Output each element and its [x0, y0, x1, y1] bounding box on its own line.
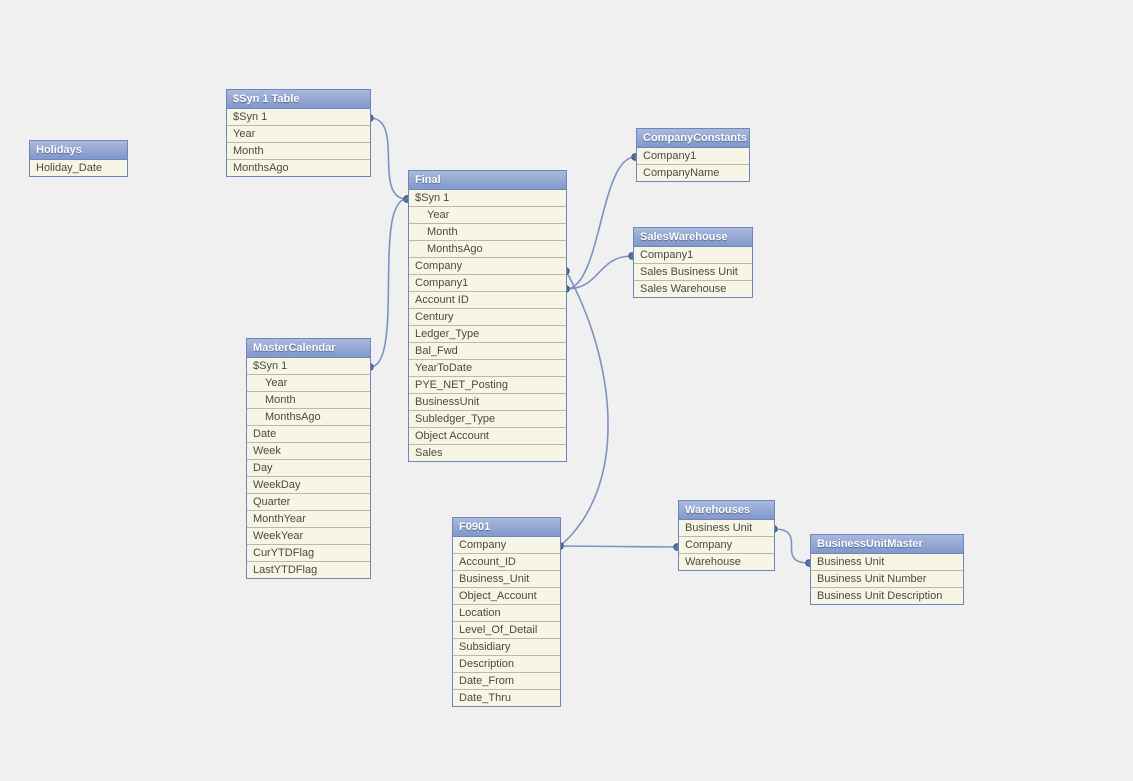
table-field[interactable]: MonthsAgo: [409, 241, 566, 258]
table-field[interactable]: Account ID: [409, 292, 566, 309]
table-holidays[interactable]: HolidaysHoliday_Date: [29, 140, 128, 177]
table-field[interactable]: Week: [247, 443, 370, 460]
table-saleswarehouse[interactable]: SalesWarehouseCompany1Sales Business Uni…: [633, 227, 753, 298]
table-field[interactable]: Bal_Fwd: [409, 343, 566, 360]
table-final[interactable]: Final$Syn 1YearMonthMonthsAgoCompanyComp…: [408, 170, 567, 462]
table-field[interactable]: Month: [409, 224, 566, 241]
table-field[interactable]: Month: [227, 143, 370, 160]
table-field[interactable]: MonthYear: [247, 511, 370, 528]
table-field[interactable]: Subledger_Type: [409, 411, 566, 428]
table-field[interactable]: Company: [453, 537, 560, 554]
table-title[interactable]: CompanyConstants: [637, 129, 749, 148]
table-title[interactable]: Warehouses: [679, 501, 774, 520]
table-field[interactable]: Object_Account: [453, 588, 560, 605]
table-f0901[interactable]: F0901CompanyAccount_IDBusiness_UnitObjec…: [452, 517, 561, 707]
table-field[interactable]: YearToDate: [409, 360, 566, 377]
connector-line: [560, 546, 677, 547]
table-warehouses[interactable]: WarehousesBusiness UnitCompanyWarehouse: [678, 500, 775, 571]
table-field[interactable]: BusinessUnit: [409, 394, 566, 411]
table-field[interactable]: Date_From: [453, 673, 560, 690]
table-companyconstants[interactable]: CompanyConstantsCompany1CompanyName: [636, 128, 750, 182]
table-field[interactable]: Year: [247, 375, 370, 392]
table-mastercalendar[interactable]: MasterCalendar$Syn 1YearMonthMonthsAgoDa…: [246, 338, 371, 579]
table-field[interactable]: Object Account: [409, 428, 566, 445]
table-title[interactable]: BusinessUnitMaster: [811, 535, 963, 554]
table-field[interactable]: Account_ID: [453, 554, 560, 571]
table-field[interactable]: Quarter: [247, 494, 370, 511]
connector-line: [560, 271, 608, 546]
table-field[interactable]: Date: [247, 426, 370, 443]
table-field[interactable]: Sales Business Unit: [634, 264, 752, 281]
table-field[interactable]: Business Unit: [679, 520, 774, 537]
table-field[interactable]: $Syn 1: [247, 358, 370, 375]
table-field[interactable]: Business Unit: [811, 554, 963, 571]
table-field[interactable]: LastYTDFlag: [247, 562, 370, 578]
table-syn1[interactable]: $Syn 1 Table$Syn 1YearMonthMonthsAgo: [226, 89, 371, 177]
table-title[interactable]: SalesWarehouse: [634, 228, 752, 247]
table-field[interactable]: CurYTDFlag: [247, 545, 370, 562]
connector-line: [370, 118, 407, 199]
table-field[interactable]: Location: [453, 605, 560, 622]
table-field[interactable]: WeekYear: [247, 528, 370, 545]
table-field[interactable]: Company1: [409, 275, 566, 292]
table-field[interactable]: Holiday_Date: [30, 160, 127, 176]
table-field[interactable]: WeekDay: [247, 477, 370, 494]
table-field[interactable]: Company: [679, 537, 774, 554]
connector-line: [566, 256, 632, 289]
table-title[interactable]: $Syn 1 Table: [227, 90, 370, 109]
table-title[interactable]: Final: [409, 171, 566, 190]
table-field[interactable]: Level_Of_Detail: [453, 622, 560, 639]
table-field[interactable]: Business Unit Number: [811, 571, 963, 588]
table-field[interactable]: Date_Thru: [453, 690, 560, 706]
table-field[interactable]: Ledger_Type: [409, 326, 566, 343]
table-title[interactable]: Holidays: [30, 141, 127, 160]
table-title[interactable]: MasterCalendar: [247, 339, 370, 358]
table-field[interactable]: CompanyName: [637, 165, 749, 181]
table-field[interactable]: Description: [453, 656, 560, 673]
table-field[interactable]: MonthsAgo: [227, 160, 370, 176]
table-field[interactable]: Year: [409, 207, 566, 224]
table-field[interactable]: Business_Unit: [453, 571, 560, 588]
table-field[interactable]: Month: [247, 392, 370, 409]
table-field[interactable]: PYE_NET_Posting: [409, 377, 566, 394]
table-field[interactable]: Day: [247, 460, 370, 477]
table-field[interactable]: $Syn 1: [227, 109, 370, 126]
table-businessunitmaster[interactable]: BusinessUnitMasterBusiness UnitBusiness …: [810, 534, 964, 605]
connector-line: [370, 199, 407, 367]
connector-line: [566, 157, 635, 289]
table-field[interactable]: Sales Warehouse: [634, 281, 752, 297]
table-field[interactable]: Business Unit Description: [811, 588, 963, 604]
table-field[interactable]: Subsidiary: [453, 639, 560, 656]
table-field[interactable]: Year: [227, 126, 370, 143]
table-field[interactable]: Company1: [634, 247, 752, 264]
table-field[interactable]: Century: [409, 309, 566, 326]
table-field[interactable]: MonthsAgo: [247, 409, 370, 426]
table-field[interactable]: $Syn 1: [409, 190, 566, 207]
table-field[interactable]: Warehouse: [679, 554, 774, 570]
table-title[interactable]: F0901: [453, 518, 560, 537]
table-field[interactable]: Company: [409, 258, 566, 275]
table-field[interactable]: Company1: [637, 148, 749, 165]
connector-line: [774, 529, 809, 563]
table-field[interactable]: Sales: [409, 445, 566, 461]
